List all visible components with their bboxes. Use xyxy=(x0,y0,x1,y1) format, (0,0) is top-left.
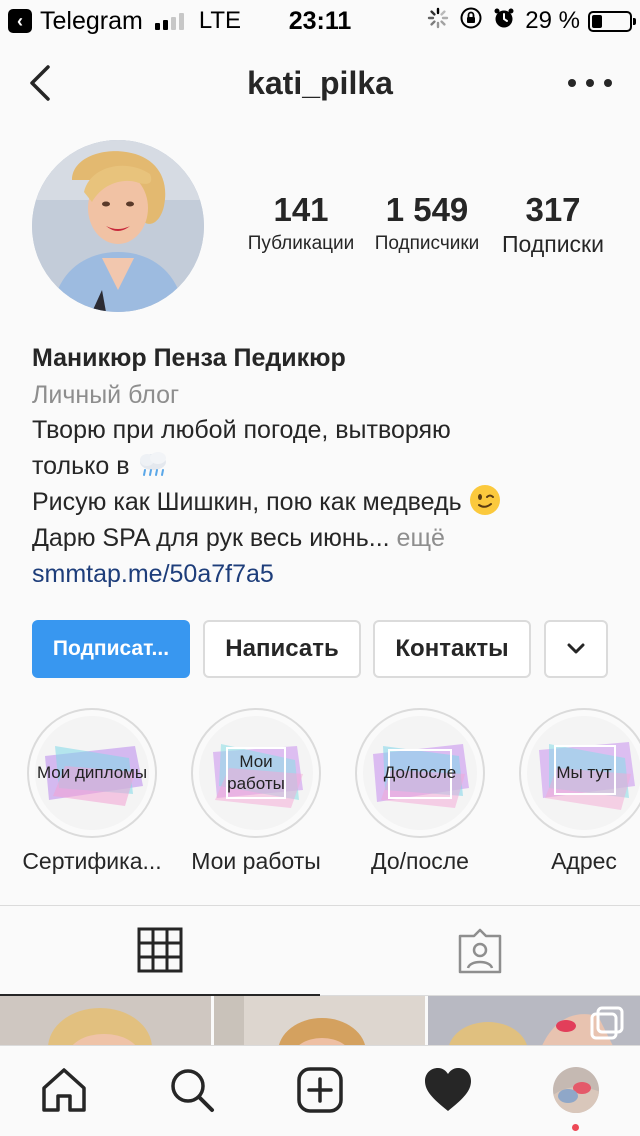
profile-avatar[interactable] xyxy=(32,140,204,312)
contacts-button[interactable]: Контакты xyxy=(373,620,531,678)
grid-icon xyxy=(137,927,183,973)
highlight-my-works[interactable]: Мои работы Мои работы xyxy=(186,708,326,875)
profile-header: kati_pilka xyxy=(0,52,640,116)
bio-website-link[interactable]: smmtap.me/50a7f7a5 xyxy=(32,556,622,592)
bio-line-1: Творю при любой погоде, вытворяю xyxy=(32,416,451,444)
stat-posts[interactable]: 141 Публикации xyxy=(240,190,362,258)
bio-line-2: только в xyxy=(32,448,622,484)
message-button[interactable]: Написать xyxy=(203,620,361,678)
tab-posts-grid[interactable] xyxy=(0,906,320,996)
profile-avatar-tab[interactable] xyxy=(550,1064,602,1116)
highlight-certificates[interactable]: Мои дипломы Сертифика... xyxy=(22,708,162,875)
rain-cloud-emoji-icon xyxy=(140,452,167,476)
bottom-navigation xyxy=(0,1045,640,1136)
bio-line-3: Рисую как Шишкин, пою как медведь xyxy=(32,484,622,520)
highlight-label: До/после xyxy=(371,848,469,874)
profile-bio: Маникюр Пенза Педикюр Личный блог Творю … xyxy=(32,338,622,592)
activity-spinner-icon xyxy=(427,7,449,35)
profile-category: Личный блог xyxy=(32,381,180,409)
stat-following[interactable]: 317 Подписки xyxy=(492,190,614,258)
profile-username: kati_pilka xyxy=(247,65,393,101)
stat-followers[interactable]: 1 549 Подписчики xyxy=(366,190,488,258)
posts-label: Публикации xyxy=(247,233,355,254)
winking-face-emoji-icon xyxy=(469,485,500,515)
profile-avatar xyxy=(553,1067,599,1113)
home-icon[interactable] xyxy=(38,1064,90,1116)
bio-more-link[interactable]: ещё xyxy=(397,524,445,552)
following-count: 317 xyxy=(525,191,581,228)
more-dots-icon[interactable] xyxy=(568,66,612,100)
highlight-label: Сертифика... xyxy=(22,848,162,874)
notification-dot xyxy=(572,1124,579,1131)
highlight-cover-text: До/после xyxy=(383,763,457,782)
battery-icon xyxy=(588,10,636,32)
activity-heart-icon[interactable] xyxy=(422,1064,474,1116)
highlight-label: Мои работы xyxy=(191,848,321,874)
posts-count: 141 xyxy=(273,191,329,228)
alarm-icon xyxy=(493,7,515,35)
highlight-address[interactable]: Мы тут Адрес xyxy=(514,708,640,875)
highlight-label: Адрес xyxy=(551,848,617,874)
bio-line-3-text: Рисую как Шишкин, пою как медведь xyxy=(32,488,462,516)
tagged-person-icon xyxy=(458,928,502,973)
tab-tagged[interactable] xyxy=(320,906,640,996)
highlight-before-after[interactable]: До/после До/после xyxy=(350,708,490,875)
new-post-icon[interactable] xyxy=(294,1064,346,1116)
battery-percentage: 29 % xyxy=(525,7,580,34)
bio-line-4: Дарю SPA для рук весь июнь... ещё xyxy=(32,520,622,556)
suggested-dropdown-button[interactable] xyxy=(544,620,608,678)
status-bar: ‹ Telegram LTE 23:11 29 % xyxy=(0,0,640,40)
following-label: Подписки xyxy=(502,231,604,257)
bio-line-4-text: Дарю SPA для рук весь июнь... xyxy=(32,524,390,552)
search-icon[interactable] xyxy=(166,1064,218,1116)
followers-label: Подписчики xyxy=(374,233,480,254)
bio-line-2-text: только в xyxy=(32,452,130,480)
chevron-down-icon xyxy=(567,643,585,654)
rotation-lock-icon xyxy=(459,6,483,36)
followers-count: 1 549 xyxy=(385,191,469,228)
profile-display-name: Маникюр Пенза Педикюр xyxy=(32,344,346,372)
highlight-cover-text: Мои работы xyxy=(227,752,285,793)
highlight-cover-text: Мои дипломы xyxy=(36,763,148,782)
highlight-cover-text: Мы тут xyxy=(556,763,612,782)
follow-button[interactable]: Подписат... xyxy=(32,620,190,678)
